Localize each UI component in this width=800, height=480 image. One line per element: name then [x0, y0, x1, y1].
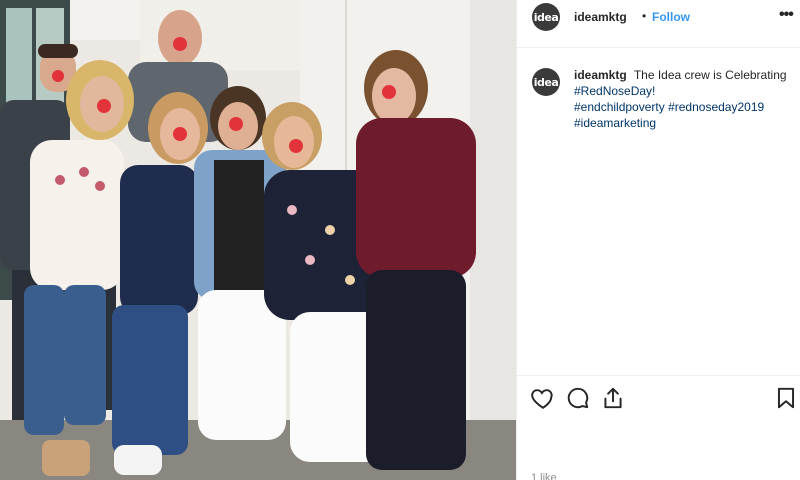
- header-divider: [517, 47, 800, 48]
- separator-dot: •: [642, 9, 647, 23]
- share-button[interactable]: [600, 385, 626, 411]
- hashtag-rednoseday[interactable]: #RedNoseDay!: [574, 83, 789, 99]
- caption-body: The Idea crew is Celebrating: [633, 68, 787, 82]
- bookmark-icon: [777, 387, 795, 409]
- save-button[interactable]: [773, 385, 799, 411]
- caption-avatar[interactable]: idea: [532, 68, 560, 96]
- more-options-icon[interactable]: •••: [779, 6, 794, 24]
- caption-text: ideamktg The Idea crew is Celebrating #R…: [574, 67, 789, 131]
- caption-username[interactable]: ideamktg: [574, 68, 627, 82]
- hashtag-endchildpoverty[interactable]: #endchildpoverty: [574, 100, 665, 114]
- post-actions: [517, 380, 800, 416]
- hashtag-ideamarketing[interactable]: #ideamarketing: [574, 115, 789, 131]
- comment-button[interactable]: [565, 385, 591, 411]
- post-header: idea ideamktg • Follow •••: [517, 0, 800, 34]
- share-icon: [604, 387, 622, 409]
- post-side-panel: idea ideamktg • Follow ••• idea ideamktg…: [516, 0, 800, 480]
- follow-button[interactable]: Follow: [652, 10, 690, 24]
- hashtag-rednoseday2019[interactable]: #rednoseday2019: [668, 100, 764, 114]
- group-photo-illustration: [0, 0, 516, 480]
- actions-divider: [517, 375, 800, 376]
- profile-avatar[interactable]: idea: [532, 3, 560, 31]
- username-link[interactable]: ideamktg: [574, 10, 627, 24]
- comment-icon: [567, 387, 589, 409]
- post-photo[interactable]: [0, 0, 516, 480]
- heart-icon: [531, 389, 553, 409]
- likes-count[interactable]: 1 like: [531, 472, 557, 480]
- like-button[interactable]: [530, 385, 556, 411]
